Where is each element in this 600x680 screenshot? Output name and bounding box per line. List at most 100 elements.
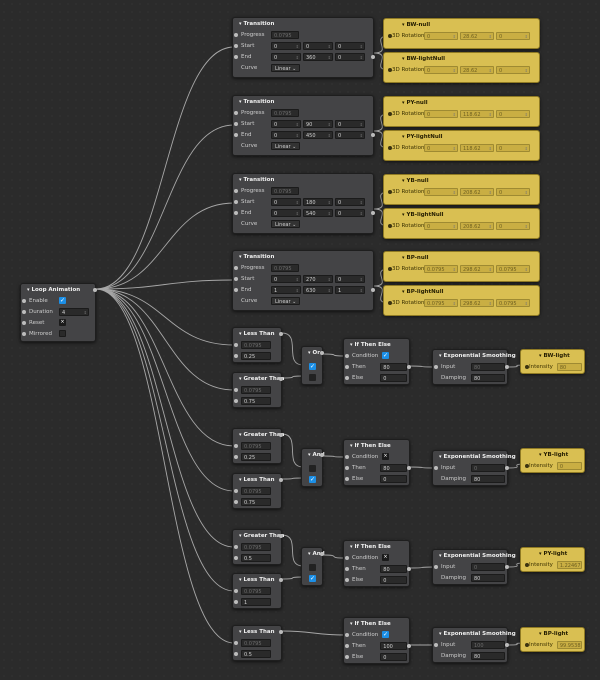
input-port[interactable] <box>22 331 26 336</box>
input-port[interactable] <box>388 223 392 228</box>
input-port[interactable] <box>22 320 26 325</box>
stepper-arrows-icon[interactable]: ⇕ <box>525 33 528 39</box>
gate-title[interactable]: ▾ Or <box>302 347 324 358</box>
input-field[interactable]: 100 <box>471 640 505 649</box>
collapse-triangle-icon[interactable]: ▾ <box>402 22 405 28</box>
target-node[interactable]: ▾ YB-null 3D Rotation 0 ⇕ 208.62 ⇕ 0 ⇕ <box>383 174 540 205</box>
stepper-arrows-icon[interactable]: ⇕ <box>453 111 456 117</box>
input-port[interactable] <box>434 642 438 647</box>
light-node[interactable]: ▾ BP-light Intensity 99.95382 <box>520 627 585 652</box>
stepper-arrows-icon[interactable]: ⇕ <box>489 111 492 117</box>
light-title[interactable]: ▾ PY-light <box>521 548 584 559</box>
stepper-arrows-icon[interactable]: ⇕ <box>489 300 492 306</box>
collapse-triangle-icon[interactable]: ▾ <box>439 353 442 359</box>
rotation-field[interactable]: 0 ⇕ <box>496 31 530 40</box>
start-field[interactable]: 0 ⇕ <box>335 197 365 206</box>
light-title[interactable]: ▾ BW-light <box>521 350 584 361</box>
light-node[interactable]: ▾ PY-light Intensity 1.22467 <box>520 547 585 572</box>
stepper-arrows-icon[interactable]: ⇕ <box>489 223 492 229</box>
input-field[interactable]: 0 <box>471 463 505 472</box>
greater-than-node[interactable]: ▾ Greater Than 0.0795 0.75 <box>232 372 284 408</box>
stepper-arrows-icon[interactable]: ⇕ <box>489 33 492 39</box>
operand-b-field[interactable]: 0.5 <box>241 649 271 658</box>
intensity-field[interactable]: 80 <box>556 362 582 371</box>
input-port[interactable] <box>234 353 238 358</box>
output-port[interactable] <box>279 331 283 336</box>
collapse-triangle-icon[interactable]: ▾ <box>239 577 242 583</box>
collapse-triangle-icon[interactable]: ▾ <box>239 533 242 539</box>
and-gate-node[interactable]: ▾ And ✓ <box>301 547 325 586</box>
if-title[interactable]: ▾ If Then Else <box>344 339 409 350</box>
collapse-triangle-icon[interactable]: ▾ <box>350 342 353 348</box>
target-title[interactable]: ▾ PY-null <box>384 97 539 108</box>
exponential-smoothing-node[interactable]: ▾ Exponential Smoothing Input 0 Damping 80 <box>432 549 516 585</box>
output-port[interactable] <box>93 287 97 292</box>
stepper-arrows-icon[interactable]: ⇕ <box>328 287 331 293</box>
rotation-field[interactable]: 298.62 ⇕ <box>460 298 494 307</box>
target-node[interactable]: ▾ YB-lightNull 3D Rotation 0 ⇕ 208.62 ⇕ 0 ⇕ <box>383 208 540 239</box>
target-node[interactable]: ▾ PY-lightNull 3D Rotation 0 ⇕ 118.62 ⇕ 0 ⇕ <box>383 130 540 161</box>
stepper-arrows-icon[interactable]: ⇕ <box>296 43 299 49</box>
start-field[interactable]: 0 ⇕ <box>335 41 365 50</box>
progress-field[interactable]: 0.0795 <box>271 108 299 117</box>
end-field[interactable]: 630 ⇕ <box>303 285 333 294</box>
stepper-arrows-icon[interactable]: ⇕ <box>296 54 299 60</box>
then-field[interactable]: 80 <box>380 362 407 371</box>
collapse-triangle-icon[interactable]: ▾ <box>239 21 242 27</box>
or-gate-node[interactable]: ▾ Or ✓ <box>301 346 324 385</box>
transition-title[interactable]: ▾ Transition <box>233 251 373 262</box>
stepper-arrows-icon[interactable]: ⇕ <box>453 33 456 39</box>
operand-b-field[interactable]: 0.75 <box>241 497 271 506</box>
stepper-arrows-icon[interactable]: ⇕ <box>296 210 299 216</box>
end-field[interactable]: 1 ⇕ <box>271 285 301 294</box>
stepper-arrows-icon[interactable]: ⇕ <box>489 189 492 195</box>
collapse-triangle-icon[interactable]: ▾ <box>239 376 242 382</box>
input-port[interactable] <box>388 111 392 116</box>
input-port[interactable] <box>345 364 349 369</box>
input-port[interactable] <box>234 199 238 204</box>
less-than-node[interactable]: ▾ Less Than 0.0795 0.75 <box>232 473 283 509</box>
rotation-field[interactable]: 0.0795 ⇕ <box>424 264 458 273</box>
operand-b-field[interactable]: 0.5 <box>241 553 271 562</box>
input-port[interactable] <box>345 454 349 459</box>
condition-checkbox[interactable]: × <box>382 554 389 561</box>
input-field[interactable]: 0 <box>471 562 505 571</box>
if-then-else-node[interactable]: ▾ If Then Else Condition × Then 80 Else 0 <box>343 439 411 486</box>
operand-b-field[interactable]: 0.25 <box>241 452 271 461</box>
target-title[interactable]: ▾ BP-null <box>384 252 539 263</box>
target-title[interactable]: ▾ PY-lightNull <box>384 131 539 142</box>
stepper-arrows-icon[interactable]: ⇕ <box>453 67 456 73</box>
stepper-arrows-icon[interactable]: ⇕ <box>296 199 299 205</box>
operand-a-field[interactable]: 0.0795 <box>241 638 271 647</box>
input-port[interactable] <box>234 342 238 347</box>
stepper-arrows-icon[interactable]: ⇕ <box>489 266 492 272</box>
input-port[interactable] <box>345 632 349 637</box>
curve-select[interactable]: Linear ⌄ <box>271 141 301 150</box>
output-port[interactable] <box>371 132 375 137</box>
operand-a-field[interactable]: 0.0795 <box>241 542 271 551</box>
input-port[interactable] <box>234 499 238 504</box>
output-port[interactable] <box>505 564 509 569</box>
progress-field[interactable]: 0.0795 <box>271 263 299 272</box>
input-port[interactable] <box>388 266 392 271</box>
stepper-arrows-icon[interactable]: ⇕ <box>525 145 528 151</box>
collapse-triangle-icon[interactable]: ▾ <box>350 443 353 449</box>
smoothing-title[interactable]: ▾ Exponential Smoothing <box>433 550 516 561</box>
end-field[interactable]: 540 ⇕ <box>303 208 333 217</box>
stepper-arrows-icon[interactable]: ⇕ <box>328 199 331 205</box>
collapse-triangle-icon[interactable]: ▾ <box>539 551 542 557</box>
else-field[interactable]: 0 <box>380 575 407 584</box>
input-port[interactable] <box>388 67 392 72</box>
less-than-node[interactable]: ▾ Less Than 0.0795 0.5 <box>232 625 283 661</box>
stepper-arrows-icon[interactable]: ⇕ <box>525 189 528 195</box>
rotation-field[interactable]: 0 ⇕ <box>496 65 530 74</box>
rotation-field[interactable]: 0 ⇕ <box>496 143 530 152</box>
then-field[interactable]: 80 <box>380 564 407 573</box>
start-field[interactable]: 0 ⇕ <box>271 41 301 50</box>
condition-checkbox[interactable]: ✓ <box>382 352 389 359</box>
operand-a-field[interactable]: 0.0795 <box>241 385 271 394</box>
rotation-field[interactable]: 0 ⇕ <box>424 65 458 74</box>
input-port[interactable] <box>234 110 238 115</box>
then-field[interactable]: 100 <box>380 641 407 650</box>
light-title[interactable]: ▾ YB-light <box>521 449 584 460</box>
